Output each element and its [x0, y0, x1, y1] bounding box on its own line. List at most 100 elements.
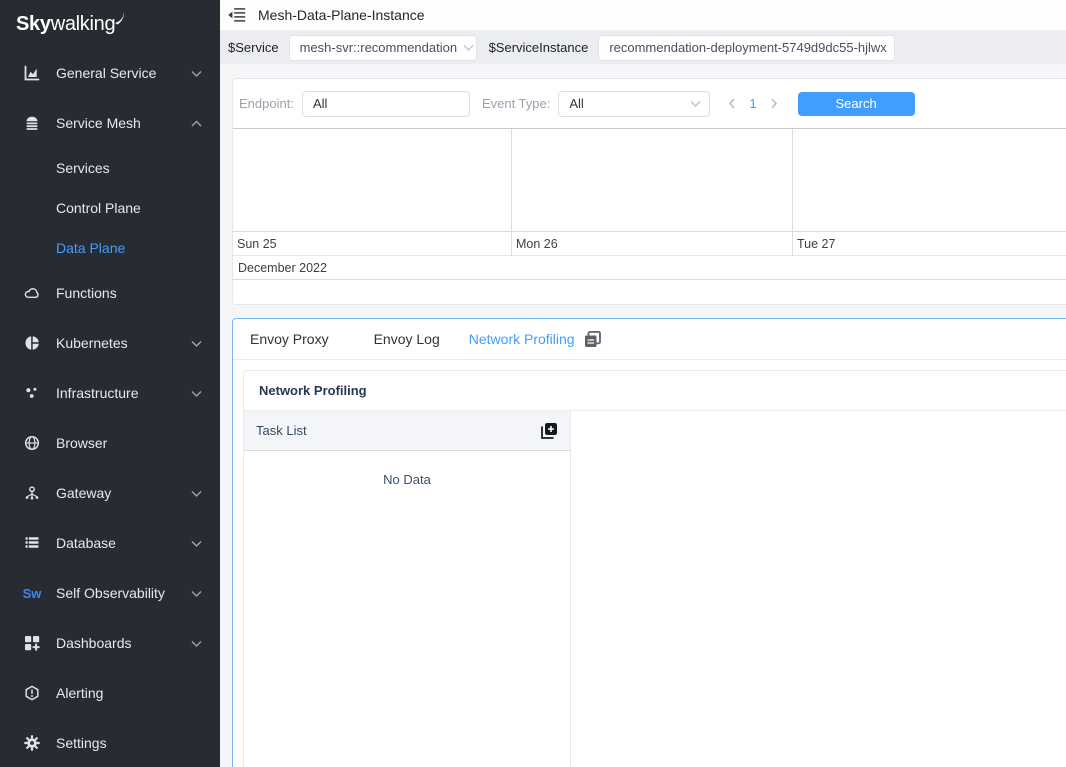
instance-tabs-panel: Envoy Proxy Envoy Log Network Profiling … — [232, 318, 1066, 767]
server-list-icon — [24, 535, 40, 551]
task-list-header: Task List — [244, 411, 570, 451]
sw-logo-icon: Sw — [24, 585, 40, 601]
sidebar-item-label: Database — [56, 535, 116, 551]
sidebar-item-infrastructure[interactable]: Infrastructure — [0, 368, 220, 418]
tab-envoy-proxy[interactable]: Envoy Proxy — [250, 331, 329, 347]
service-instance-label: $ServiceInstance — [489, 40, 589, 55]
chevron-down-icon — [887, 40, 896, 55]
chevron-up-icon — [191, 115, 202, 131]
sidebar: Skywalking General Service Service Mesh … — [0, 0, 220, 767]
timeline-lanes — [233, 129, 1066, 231]
page-number[interactable]: 1 — [749, 96, 756, 111]
sidebar-item-dashboards[interactable]: Dashboards — [0, 618, 220, 668]
chevron-down-icon — [191, 335, 202, 351]
fold-sidebar-icon[interactable] — [226, 6, 248, 24]
pie-segments-icon — [24, 335, 40, 351]
alert-hexagon-icon — [24, 685, 40, 701]
sidebar-item-functions[interactable]: Functions — [0, 268, 220, 318]
sidebar-item-label: General Service — [56, 65, 156, 81]
month-label: December 2022 — [238, 261, 327, 275]
sidebar-item-label: Dashboards — [56, 635, 132, 651]
sidebar-item-general-service[interactable]: General Service — [0, 48, 220, 98]
dashboard-grid-icon — [24, 635, 40, 651]
page-title: Mesh-Data-Plane-Instance — [258, 7, 425, 23]
sidebar-item-label: Control Plane — [56, 200, 141, 216]
sidebar-item-database[interactable]: Database — [0, 518, 220, 568]
logo-swoosh-icon — [114, 9, 129, 26]
tab-envoy-log[interactable]: Envoy Log — [374, 331, 440, 347]
profiling-detail-area — [571, 411, 1066, 767]
event-type-label: Event Type: — [482, 96, 550, 111]
service-select[interactable]: mesh-svr::recommendation — [289, 35, 477, 61]
logo-text-bold: Sky — [16, 13, 51, 36]
sidebar-item-self-observability[interactable]: Sw Self Observability — [0, 568, 220, 618]
service-selector-bar: $Service mesh-svr::recommendation $Servi… — [220, 31, 1066, 64]
trend-chart-icon — [24, 65, 40, 81]
main-content: Mesh-Data-Plane-Instance $Service mesh-s… — [220, 0, 1066, 767]
day-label: Mon 26 — [516, 232, 558, 256]
event-type-select-value: All — [569, 96, 583, 111]
timeline-days-row: Sun 25 Mon 26 Tue 27 — [233, 231, 1066, 255]
sidebar-item-label: Infrastructure — [56, 385, 138, 401]
chevron-down-icon — [191, 485, 202, 501]
sidebar-item-label: Alerting — [56, 685, 103, 701]
chevron-down-icon — [191, 65, 202, 81]
tab-bar: Envoy Proxy Envoy Log Network Profiling — [233, 319, 1066, 360]
widget-body: Task List No Data — [244, 411, 1066, 767]
endpoint-label: Endpoint: — [239, 96, 294, 111]
sidebar-item-data-plane[interactable]: Data Plane — [0, 228, 220, 268]
search-button[interactable]: Search — [798, 92, 915, 116]
service-instance-select[interactable]: recommendation-deployment-5749d9dc55-hjl… — [598, 35, 895, 61]
sidebar-item-gateway[interactable]: Gateway — [0, 468, 220, 518]
sidebar-item-kubernetes[interactable]: Kubernetes — [0, 318, 220, 368]
chevron-right-icon[interactable] — [770, 98, 778, 109]
widget-title: Network Profiling — [259, 383, 367, 398]
new-task-icon[interactable] — [540, 422, 558, 440]
day-label: Sun 25 — [237, 232, 277, 256]
service-label: $Service — [228, 40, 279, 55]
sidebar-item-label: Kubernetes — [56, 335, 128, 351]
logo-text-light: walking — [51, 13, 116, 36]
day-label: Tue 27 — [797, 232, 835, 256]
chevron-down-icon — [457, 40, 474, 55]
sidebar-item-service-mesh[interactable]: Service Mesh — [0, 98, 220, 148]
chevron-down-icon — [690, 96, 701, 111]
pagination: 1 — [728, 96, 777, 111]
sidebar-item-label: Services — [56, 160, 110, 176]
sidebar-item-label: Data Plane — [56, 240, 125, 256]
sidebar-item-browser[interactable]: Browser — [0, 418, 220, 468]
task-list-column: Task List No Data — [244, 411, 571, 767]
chevron-left-icon[interactable] — [728, 98, 736, 109]
dots-cluster-icon — [24, 385, 40, 401]
widget-header: Network Profiling — [244, 371, 1066, 411]
sidebar-item-alerting[interactable]: Alerting — [0, 668, 220, 718]
sidebar-item-label: Service Mesh — [56, 115, 141, 131]
sidebar-item-label: Browser — [56, 435, 107, 451]
gear-icon — [24, 735, 40, 751]
event-timeline: Sun 25 Mon 26 Tue 27 December 2022 — [233, 128, 1066, 280]
chevron-down-icon — [191, 635, 202, 651]
timeline-month-row: December 2022 — [233, 255, 1066, 279]
task-list-title: Task List — [256, 423, 307, 438]
cloud-icon — [24, 285, 40, 301]
service-select-value: mesh-svr::recommendation — [300, 40, 458, 55]
tab-network-profiling[interactable]: Network Profiling — [469, 331, 575, 347]
sidebar-item-control-plane[interactable]: Control Plane — [0, 188, 220, 228]
copy-document-icon[interactable] — [584, 331, 601, 348]
endpoint-input[interactable] — [302, 91, 470, 117]
page-titlebar: Mesh-Data-Plane-Instance — [220, 0, 1066, 31]
gateway-icon — [24, 485, 40, 501]
events-card: Endpoint: Event Type: All 1 Search Sun 2… — [232, 78, 1066, 305]
chevron-down-icon — [191, 385, 202, 401]
globe-icon — [24, 435, 40, 451]
sidebar-item-label: Gateway — [56, 485, 111, 501]
empty-state-text: No Data — [244, 451, 570, 487]
chevron-down-icon — [191, 535, 202, 551]
event-type-select[interactable]: All — [558, 91, 710, 117]
sidebar-item-settings[interactable]: Settings — [0, 718, 220, 767]
sidebar-item-label: Settings — [56, 735, 107, 751]
event-filters-row: Endpoint: Event Type: All 1 Search — [233, 79, 1066, 128]
sidebar-item-label: Self Observability — [56, 585, 165, 601]
skywalking-logo: Skywalking — [0, 0, 220, 48]
sidebar-item-services[interactable]: Services — [0, 148, 220, 188]
